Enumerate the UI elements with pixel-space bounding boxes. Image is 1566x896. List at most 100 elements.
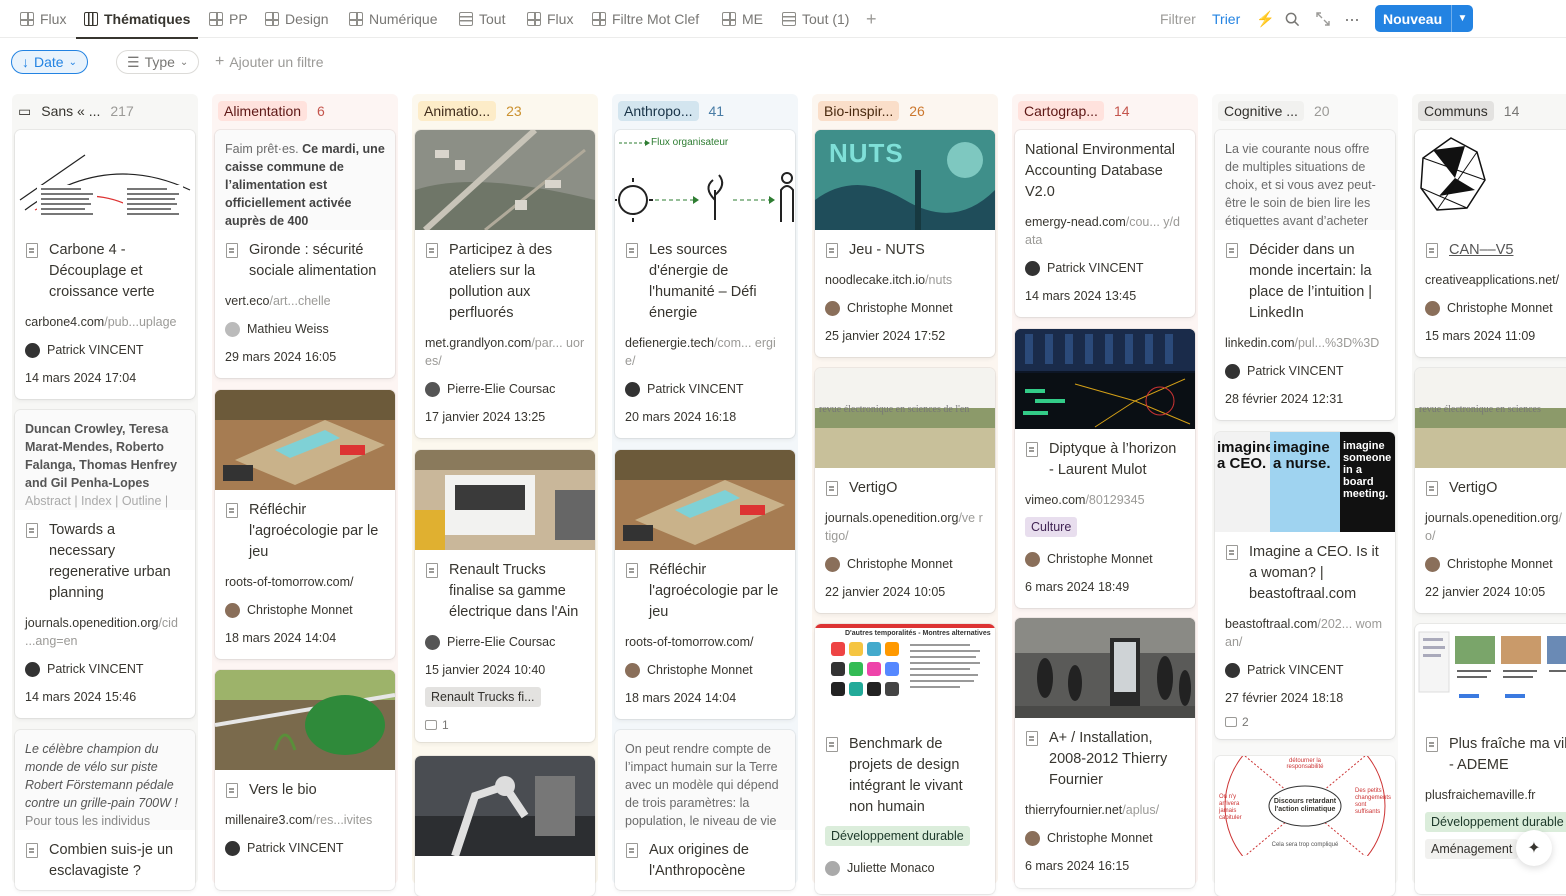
tab-flux[interactable]: Flux: [20, 0, 66, 38]
chevron-down-icon[interactable]: ▼: [1451, 5, 1473, 32]
card-url[interactable]: linkedin.com/pul...%3D%3D: [1215, 324, 1395, 352]
card-url[interactable]: emergy-nead.com/cou... y/data: [1015, 203, 1195, 249]
page-icon: [1426, 481, 1438, 496]
card-url[interactable]: vert.eco/art...chelle: [215, 282, 395, 310]
page-icon: [826, 481, 838, 496]
card-person: Juliette Monaco: [815, 849, 995, 877]
comment-count[interactable]: 2: [1215, 707, 1395, 739]
filter-button[interactable]: Filtrer: [1160, 0, 1196, 38]
card[interactable]: revue électronique en sciences VertigO j…: [1415, 368, 1566, 613]
column-count: 217: [110, 103, 134, 119]
page-icon: [1426, 243, 1438, 258]
date-sort-pill[interactable]: ↓ Date ⌄: [11, 50, 88, 74]
tab-numerique[interactable]: Numérique: [349, 0, 437, 38]
card-url[interactable]: creativeapplications.net/: [1415, 261, 1566, 289]
avatar: [425, 381, 440, 397]
search-icon[interactable]: [1285, 0, 1300, 38]
card-url[interactable]: journals.openedition.org/ rtigo/: [1415, 499, 1566, 545]
column-header[interactable]: Animatio... 23: [418, 100, 522, 122]
card[interactable]: D'autres temporalités - Montres alternat…: [815, 624, 995, 894]
automation-lightning-icon[interactable]: ⚡: [1256, 0, 1275, 38]
card-url[interactable]: carbone4.com/pub...uplage: [15, 303, 195, 331]
tag: Développement durable: [825, 826, 970, 846]
card-cover-image: Flux organisateur: [615, 130, 795, 230]
card-url[interactable]: journals.openedition.org/ve rtigo/: [815, 499, 995, 545]
card[interactable]: National Environmental Accounting Databa…: [1015, 130, 1195, 317]
column-count: 14: [1113, 103, 1130, 119]
more-options-icon[interactable]: ···: [1344, 0, 1360, 38]
card[interactable]: CAN––V5 creativeapplications.net/ Christ…: [1415, 130, 1566, 357]
tab-me[interactable]: ME: [722, 0, 763, 38]
card[interactable]: Faim prêt·es. Ce mardi, une caisse commu…: [215, 130, 395, 378]
card-url[interactable]: beastoftraal.com/202... woman/: [1215, 605, 1395, 651]
card-cover-image: [415, 450, 595, 550]
card[interactable]: Réfléchir l'agroécologie par le jeu root…: [215, 390, 395, 659]
column-header[interactable]: Alimentation 6: [218, 100, 325, 122]
type-filter-pill[interactable]: ☰ Type ⌄: [116, 50, 200, 74]
card-cover-image: [1415, 624, 1566, 724]
card[interactable]: Le célèbre champion du monde de vélo sur…: [15, 730, 195, 890]
card-title: Gironde : sécurité sociale alimentation: [215, 230, 395, 282]
column-header[interactable]: Cartograp... 14: [1018, 100, 1130, 122]
tab-design[interactable]: Design: [265, 0, 329, 38]
page-icon: [226, 783, 238, 798]
ai-assistant-sparkle-icon[interactable]: ✦: [1516, 830, 1552, 866]
gallery-view-icon: [722, 12, 736, 26]
card[interactable]: Carbone 4 - Découplage et croissance ver…: [15, 130, 195, 399]
card-url[interactable]: journals.openedition.org/cid ...ang=en: [15, 604, 195, 650]
tab-flux-2[interactable]: Flux: [527, 0, 573, 38]
card[interactable]: revue électronique en sciences de l'en V…: [815, 368, 995, 613]
column-header[interactable]: Anthropo... 41: [618, 100, 724, 122]
card-person: Christophe Monnet: [615, 651, 795, 679]
card[interactable]: Participez à des ateliers sur la polluti…: [415, 130, 595, 438]
card[interactable]: Duncan Crowley, Teresa Marat-Mendes, Rob…: [15, 410, 195, 718]
card[interactable]: Discours retardant l'action climatique d…: [1215, 756, 1395, 896]
card-person: Patrick VINCENT: [15, 650, 195, 678]
card[interactable]: NUTS Jeu - NUTS noodlecake.itch.io/nuts …: [815, 130, 995, 357]
column-header[interactable]: Communs 14: [1418, 100, 1519, 122]
card[interactable]: A+ / Installation, 2008-2012 Thierry Fou…: [1015, 618, 1195, 888]
card-person: Christophe Monnet: [1415, 545, 1566, 573]
card[interactable]: On peut rendre compte de l’impact humain…: [615, 730, 795, 890]
card-url[interactable]: met.grandlyon.com/par... uores/: [415, 324, 595, 370]
card-title: Les sources d'énergie de l'humanité – Dé…: [615, 230, 795, 324]
card-cover-image: NUTS: [815, 130, 995, 230]
card-date: 6 mars 2024 16:15: [1025, 859, 1130, 873]
card[interactable]: La vie courante nous offre de multiples …: [1215, 130, 1395, 420]
new-button[interactable]: Nouveau ▼: [1375, 5, 1473, 32]
card-title: Benchmark de projets de design intégrant…: [815, 724, 995, 818]
card-person: Christophe Monnet: [815, 289, 995, 317]
card[interactable]: Diptyque à l’horizon - Laurent Mulot vim…: [1015, 329, 1195, 608]
card-url[interactable]: roots-of-tomorrow.com/: [215, 563, 395, 591]
card[interactable]: Renault Trucks finalise sa gamme électri…: [415, 450, 595, 742]
add-view-icon[interactable]: +: [866, 0, 877, 38]
card-url[interactable]: thierryfournier.net/aplus/: [1015, 791, 1195, 819]
card-url[interactable]: millenaire3.com/res...ivites: [215, 801, 395, 829]
card-url[interactable]: roots-of-tomorrow.com/: [615, 623, 795, 651]
card-url[interactable]: noodlecake.itch.io/nuts: [815, 261, 995, 289]
card-url[interactable]: plusfraichemaville.fr: [1415, 776, 1566, 804]
card[interactable]: imagine a CEO. imagine a nurse. imagine …: [1215, 432, 1395, 739]
card[interactable]: Vers le bio millenaire3.com/res...ivites…: [215, 670, 395, 890]
comment-icon: [1225, 717, 1237, 727]
tab-filtre-mot-clef[interactable]: Filtre Mot Clef: [592, 0, 699, 38]
comment-count[interactable]: 1: [415, 710, 595, 742]
tab-tout[interactable]: Tout: [459, 0, 505, 38]
expand-icon[interactable]: [1316, 0, 1330, 38]
column-header[interactable]: Bio-inspir... 26: [818, 100, 925, 122]
tab-thematiques[interactable]: Thématiques: [76, 0, 199, 39]
card[interactable]: [415, 756, 595, 896]
card[interactable]: Réfléchir l'agroécologie par le jeu root…: [615, 450, 795, 719]
card[interactable]: Flux organisateur Les sources d'énergie …: [615, 130, 795, 438]
card-person: Mathieu Weiss: [215, 310, 395, 338]
tab-tout-1[interactable]: Tout (1): [782, 0, 849, 38]
tab-pp[interactable]: PP: [209, 0, 248, 38]
card-url[interactable]: vimeo.com/80129345: [1015, 481, 1195, 509]
card-url[interactable]: defienergie.tech/com... ergie/: [615, 324, 795, 370]
card-date: 18 mars 2024 14:04: [625, 691, 737, 705]
board-column-sans: ▭ Sans « ... 217 Carbone 4 - Découplage …: [12, 94, 198, 890]
sort-button[interactable]: Trier: [1212, 0, 1240, 38]
column-header[interactable]: Cognitive ... 20: [1218, 100, 1330, 122]
column-header[interactable]: ▭ Sans « ... 217: [18, 100, 134, 122]
add-filter-button[interactable]: + Ajouter un filtre: [205, 50, 334, 74]
